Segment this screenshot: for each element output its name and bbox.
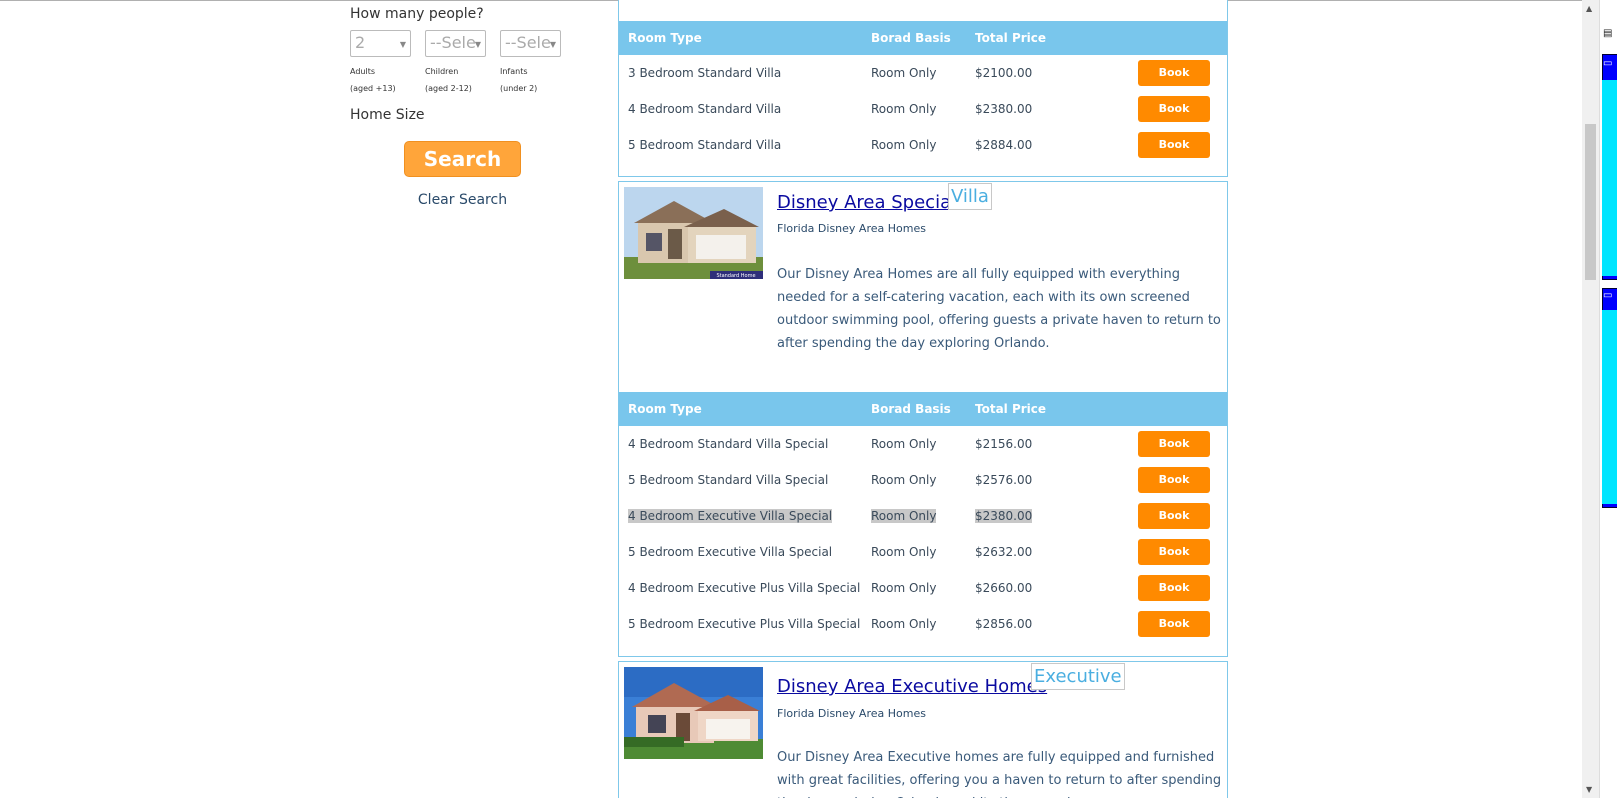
room-type: 5 Bedroom Executive Villa Special — [628, 545, 833, 559]
adults-select[interactable]: 2 ▼ — [350, 30, 411, 57]
chevron-down-icon: ▼ — [399, 40, 406, 49]
book-button[interactable]: Book — [1138, 611, 1210, 637]
board-basis: Room Only — [871, 545, 937, 559]
children-select[interactable]: --Sele ▼ — [425, 30, 486, 57]
table-row: 3 Bedroom Standard Villa Room Only $2100… — [619, 55, 1227, 91]
property-subtitle: Florida Disney Area Homes — [777, 707, 926, 720]
board-basis: Room Only — [871, 581, 937, 595]
clear-search-link[interactable]: Clear Search — [350, 192, 575, 208]
room-type: 5 Bedroom Executive Plus Villa Special — [628, 617, 861, 631]
infants-value: --Sele — [505, 33, 551, 52]
adults-value: 2 — [355, 33, 366, 52]
total-price: $2884.00 — [975, 138, 1033, 152]
table-row: 5 Bedroom Standard Villa Special Room On… — [619, 462, 1227, 498]
header-room-type: Room Type — [628, 31, 702, 45]
table-row: 4 Bedroom Standard Villa Room Only $2380… — [619, 91, 1227, 127]
side-panel-cyan-top — [1602, 80, 1617, 276]
book-button[interactable]: Book — [1138, 96, 1210, 122]
people-selects: 2 ▼ Adults (aged +13) --Sele ▼ Children (age… — [350, 30, 590, 97]
side-panel-cyan-bottom — [1602, 310, 1617, 504]
adults-sub: (aged +13) — [350, 84, 396, 93]
book-button[interactable]: Book — [1138, 467, 1210, 493]
table-row: 5 Bedroom Standard Villa Room Only $2884… — [619, 127, 1227, 163]
search-sidebar: How many people? 2 ▼ Adults (aged +13) --S… — [350, 6, 590, 208]
property-thumbnail[interactable]: Standard Home — [624, 187, 763, 279]
table-row: 5 Bedroom Executive Plus Villa Special R… — [619, 606, 1227, 642]
total-price: $2380.00 — [975, 509, 1033, 523]
total-price: $2156.00 — [975, 437, 1033, 451]
infants-select[interactable]: --Sele ▼ — [500, 30, 561, 57]
book-button[interactable]: Book — [1138, 575, 1210, 601]
header-total-price: Total Price — [975, 31, 1047, 45]
table-row: 4 Bedroom Standard Villa Special Room On… — [619, 426, 1227, 462]
property-subtitle: Florida Disney Area Homes — [777, 222, 926, 235]
property-title-link[interactable]: Disney Area Executive Homes — [777, 676, 1047, 697]
villa-badge-image: Villa — [948, 183, 992, 210]
side-window-strip: ▤ ▭ ▭ — [1599, 0, 1617, 798]
executive-badge-image: Executive — [1031, 663, 1125, 690]
children-value: --Sele — [430, 33, 476, 52]
board-basis: Room Only — [871, 509, 937, 523]
property-panel-2: Standard Home Disney Area Special Villa … — [618, 181, 1228, 657]
board-basis: Room Only — [871, 66, 937, 80]
table-row-selected: 4 Bedroom Executive Villa Special Room O… — [619, 498, 1227, 534]
infants-sub: (under 2) — [500, 84, 538, 93]
property-description: Our Disney Area Homes are all fully equi… — [777, 267, 1221, 351]
scroll-down-icon[interactable]: ▼ — [1586, 785, 1592, 794]
total-price: $2856.00 — [975, 617, 1033, 631]
rates-table-header: Room Type Borad Basis Total Price — [619, 392, 1227, 426]
chevron-down-icon: ▼ — [474, 40, 481, 49]
book-button[interactable]: Book — [1138, 539, 1210, 565]
scrollbar-thumb[interactable] — [1585, 124, 1596, 280]
board-basis: Room Only — [871, 138, 937, 152]
rates-table-header: Room Type Borad Basis Total Price — [619, 21, 1227, 55]
infants-label: Infants — [500, 67, 528, 76]
room-type: 5 Bedroom Standard Villa — [628, 138, 782, 152]
search-button[interactable]: Search — [404, 141, 521, 177]
children-sub: (aged 2-12) — [425, 84, 472, 93]
thumb-caption: Standard Home — [716, 273, 755, 279]
page-scrollbar[interactable]: ▲ ▼ — [1582, 0, 1599, 798]
monitor-icon: ▭ — [1603, 58, 1613, 69]
room-type: 4 Bedroom Standard Villa — [628, 102, 782, 116]
document-icon: ▤ — [1603, 28, 1613, 39]
property-panel-3: Disney Area Executive Homes Executive Fl… — [618, 661, 1228, 798]
header-room-type: Room Type — [628, 402, 702, 416]
scroll-up-icon[interactable]: ▲ — [1586, 4, 1592, 13]
board-basis: Room Only — [871, 617, 937, 631]
total-price: $2380.00 — [975, 102, 1033, 116]
room-type: 4 Bedroom Executive Plus Villa Special — [628, 581, 861, 595]
room-type: 5 Bedroom Standard Villa Special — [628, 473, 829, 487]
room-type: 4 Bedroom Executive Villa Special — [628, 509, 833, 523]
property-panel-1: Room Type Borad Basis Total Price 3 Bedr… — [618, 0, 1228, 177]
table-row: 5 Bedroom Executive Villa Special Room O… — [619, 534, 1227, 570]
total-price: $2632.00 — [975, 545, 1033, 559]
header-total-price: Total Price — [975, 402, 1047, 416]
children-label: Children — [425, 67, 459, 76]
property-title-link[interactable]: Disney Area Special — [777, 192, 956, 213]
property-description: Our Disney Area Executive homes are full… — [777, 750, 1222, 798]
room-type: 4 Bedroom Standard Villa Special — [628, 437, 829, 451]
book-button[interactable]: Book — [1138, 60, 1210, 86]
adults-label: Adults — [350, 67, 376, 76]
home-size-label: Home Size — [350, 107, 425, 123]
total-price: $2100.00 — [975, 66, 1033, 80]
header-board-basis: Borad Basis — [871, 402, 951, 416]
property-thumbnail[interactable] — [624, 667, 763, 759]
board-basis: Room Only — [871, 102, 937, 116]
people-title: How many people? — [350, 6, 484, 22]
board-basis: Room Only — [871, 473, 937, 487]
room-type: 3 Bedroom Standard Villa — [628, 66, 782, 80]
book-button[interactable]: Book — [1138, 503, 1210, 529]
total-price: $2576.00 — [975, 473, 1033, 487]
book-button[interactable]: Book — [1138, 431, 1210, 457]
total-price: $2660.00 — [975, 581, 1033, 595]
board-basis: Room Only — [871, 437, 937, 451]
chevron-down-icon: ▼ — [549, 40, 556, 49]
book-button[interactable]: Book — [1138, 132, 1210, 158]
table-row: 4 Bedroom Executive Plus Villa Special R… — [619, 570, 1227, 606]
monitor-icon: ▭ — [1603, 290, 1613, 301]
header-board-basis: Borad Basis — [871, 31, 951, 45]
